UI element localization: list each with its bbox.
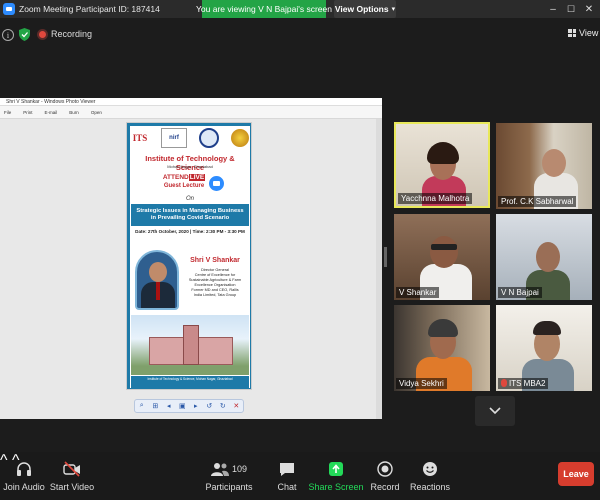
participant-count: 109 [231,464,248,474]
shared-menu-bar: File Print E-mail Burn Open [0,106,382,119]
minimize-button[interactable]: – [544,0,562,18]
chat-label: Chat [277,482,297,492]
zoom-window: Zoom Meeting Participant ID: 187414 You … [0,0,600,500]
shared-menu-email: E-mail [44,109,58,115]
chevron-down-icon [489,407,501,415]
shared-menu-open: Open [90,109,102,115]
event-poster: ITS nirf Institute of Technology & Scien… [126,122,252,390]
campus-building-image [131,315,249,375]
speaker-name: Shri V Shankar [190,257,240,264]
video-tile[interactable]: Yacchnna Malhotra [394,122,490,208]
start-video-label: Start Video [49,482,95,492]
participant-name: Yacchnna Malhotra [398,193,473,204]
video-tile[interactable]: ITS MBA2 [496,305,592,391]
join-audio-label: Join Audio [3,482,45,492]
headphones-icon [15,460,33,478]
zoom-app-icon [3,3,15,15]
shared-menu-file: File [4,109,12,115]
its-logo: ITS [132,133,148,143]
participants-button[interactable]: 109 Participants [205,452,253,500]
participants-label: Participants [205,482,253,492]
poster-topic: Strategic Issues in Managing Business in… [131,204,249,226]
speaker-photo [135,250,179,310]
poster-title: Institute of Technology & Science [145,154,235,172]
attend-label: ATTEND [162,174,189,181]
attend-live-badge: ATTENDLIVE Guest Lecture [159,173,209,195]
view-options-label: View Options [334,4,389,14]
aicte-seal-logo [199,128,219,148]
grid-view-icon [568,29,576,37]
video-tile[interactable]: Prof. C.K Sabharwal [496,123,592,209]
actual-size-icon[interactable]: ⊞ [151,402,160,411]
guest-lecture-label: Guest Lecture [163,183,205,189]
shared-menu-burn: Burn [69,109,79,115]
rotate-left-icon[interactable]: ↺ [205,402,214,411]
zoom-camera-icon [209,176,224,191]
participant-name: ITS MBA2 [498,378,549,389]
maximize-button[interactable]: ☐ [562,0,580,18]
shared-menu-print: Print [23,109,33,115]
naac-medal-logo [231,129,249,147]
next-icon[interactable]: ▸ [191,402,200,411]
shared-window-title: Shri V Shankar - Windows Photo Viewer [0,98,382,106]
view-options-button[interactable]: View Options ▾ [334,0,396,18]
poster-topic-line1: Strategic Issues in Managing Business [136,207,244,214]
record-label: Record [370,482,400,492]
chat-icon [278,460,296,478]
viewing-screen-banner: You are viewing V N Bajpai's screen [196,0,332,18]
poster-logos: ITS nirf [131,126,249,150]
video-tile[interactable]: V Shankar [394,214,490,300]
shield-icon[interactable] [19,28,30,41]
nirf-logo: nirf [161,128,187,148]
view-label: View [579,28,599,38]
recording-label: Recording [51,29,93,39]
muted-mic-icon [501,379,507,387]
poster-topic-line2: in Prevailing Covid Scenario [150,215,230,221]
record-icon [376,460,394,478]
delete-icon[interactable]: ✕ [232,402,241,411]
slideshow-icon[interactable]: ▣ [178,402,187,411]
recording-icon [37,29,48,40]
chevron-down-icon: ▾ [391,6,396,13]
poster-footer: Institute of Technology & Science, Mohan… [131,376,249,388]
gallery-scroll-down-button[interactable] [475,396,515,426]
speaker-bio: Director General Centre of Excellence fo… [181,268,249,298]
shared-scrollbar [376,119,382,419]
video-tile[interactable]: Vidya Sekhri [394,305,490,391]
poster-on-label: On [185,196,194,202]
video-off-icon [63,460,81,478]
participant-name: Vidya Sekhri [396,378,447,389]
zoom-icon[interactable]: ⌕ [137,402,146,411]
participant-name: Prof. C.K Sabharwal [498,196,577,207]
join-audio-button[interactable]: Join Audio [3,452,45,500]
participant-name: V N Bajpai [498,287,542,298]
record-button[interactable]: Record [370,452,400,500]
video-tile[interactable]: V N Bajpai [496,214,592,300]
share-screen-button[interactable]: Share Screen [308,452,364,500]
photo-viewer-controls: ⌕ ⊞ ◂ ▣ ▸ ↺ ↻ ✕ [134,399,244,413]
share-screen-label: Share Screen [308,482,364,492]
rotate-right-icon[interactable]: ↻ [218,402,227,411]
meeting-toolbar: Join Audio ^ Start Video 109 Participant… [0,452,600,500]
poster-subtitle: Mohan Nagar, Ghaziabad [167,164,213,169]
chat-button[interactable]: Chat [272,452,302,500]
info-icon[interactable]: i [2,29,14,41]
close-button[interactable]: ✕ [580,0,598,18]
view-button[interactable]: View [568,28,598,38]
participant-name: V Shankar [396,287,440,298]
speaker-bio-line: India Limited, Tata Group [193,293,237,297]
start-video-button[interactable]: Start Video [49,452,95,500]
participants-icon: 109 [209,460,249,478]
participant-name-text: ITS MBA2 [509,379,546,388]
share-screen-icon [327,460,345,478]
reactions-label: Reactions [409,482,451,492]
live-label: LIVE [188,174,206,181]
reactions-button[interactable]: Reactions [410,452,450,500]
window-title: Zoom Meeting Participant ID: 187414 [19,4,160,14]
leave-button[interactable]: Leave [558,462,594,486]
previous-icon[interactable]: ◂ [164,402,173,411]
smiley-icon [421,460,439,478]
split-view-handle[interactable] [384,247,387,267]
poster-date-time: Date: 27th October, 2020 | Time: 2:30 PM… [135,229,245,234]
